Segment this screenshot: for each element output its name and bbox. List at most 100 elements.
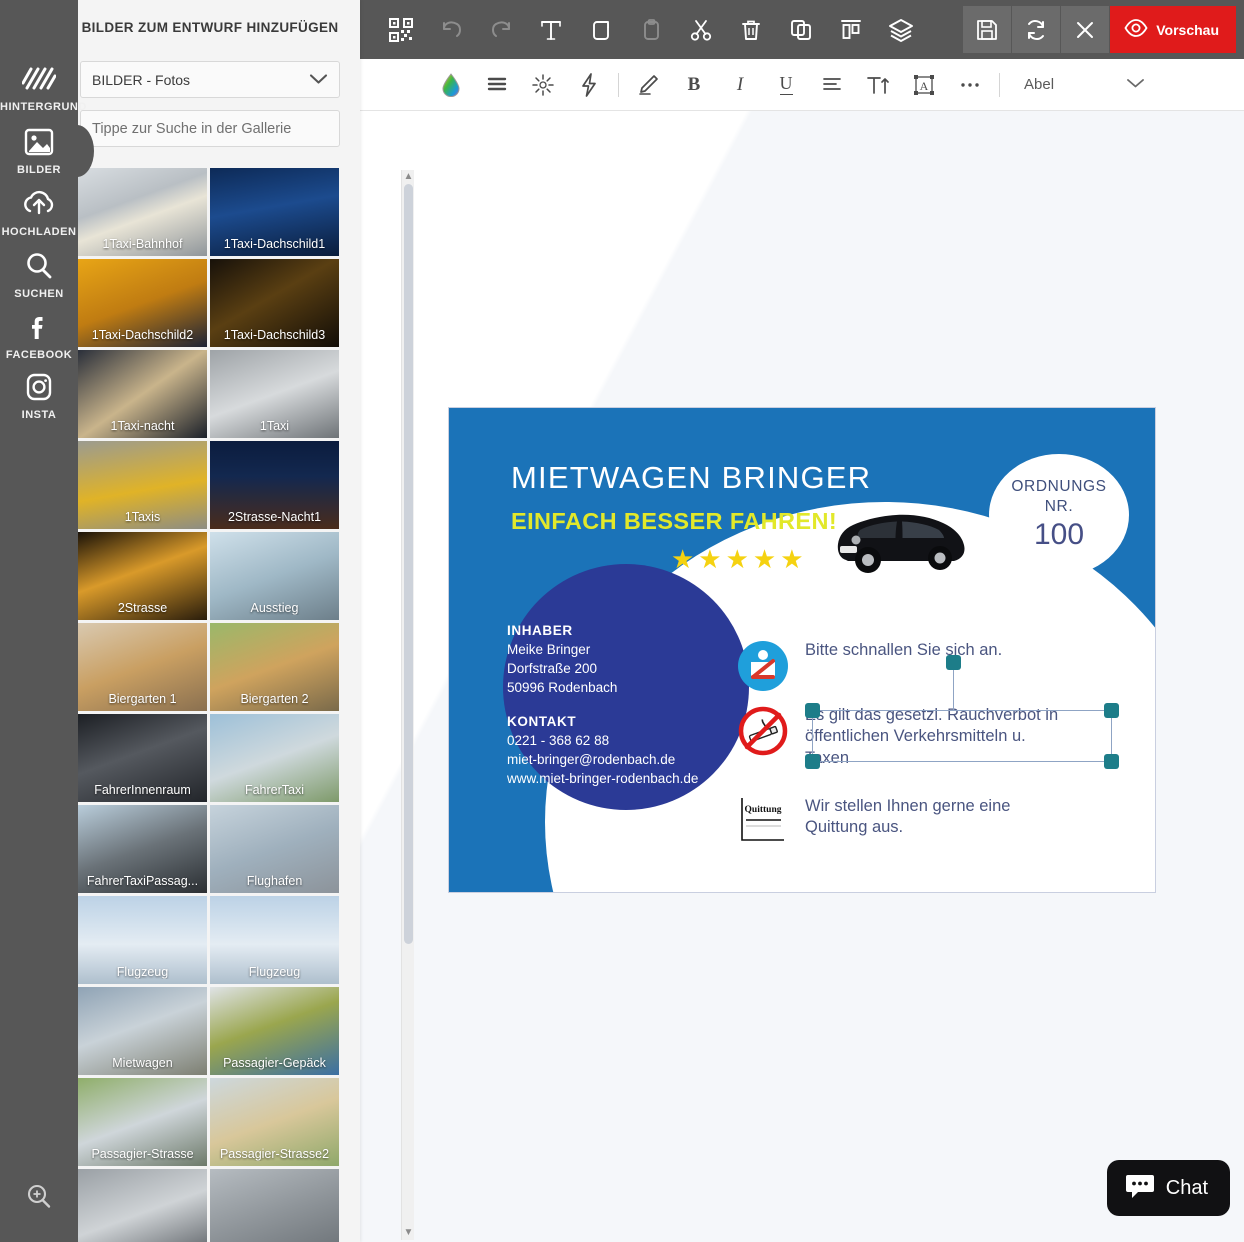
contact-heading: KONTAKT: [507, 713, 577, 729]
chevron-down-icon[interactable]: [1126, 76, 1145, 94]
effects-icon[interactable]: [566, 65, 612, 105]
seatbelt-icon: [737, 640, 789, 692]
gallery-thumbnail[interactable]: [78, 1169, 207, 1242]
paste-icon[interactable]: [626, 7, 676, 52]
preview-button[interactable]: Vorschau: [1110, 6, 1236, 53]
ordnungs-nr-badge[interactable]: ORDNUNGS NR. 100: [989, 454, 1129, 576]
bold-icon[interactable]: B: [671, 65, 717, 105]
gallery-thumbnail[interactable]: Passagier-Strasse2: [210, 1078, 339, 1166]
reload-button[interactable]: [1012, 6, 1061, 53]
gallery-thumbnail[interactable]: Passagier-Strasse: [78, 1078, 207, 1166]
pattern-icon: [0, 58, 78, 100]
resize-handle-br[interactable]: [1104, 754, 1119, 769]
brightness-icon[interactable]: [520, 65, 566, 105]
thumbnail-label: Biergarten 2: [240, 692, 309, 706]
svg-text:A: A: [920, 79, 929, 93]
owner-contact-block[interactable]: INHABER Meike Bringer Dorfstraße 200 509…: [507, 621, 698, 788]
chat-widget-label: Chat: [1165, 1176, 1208, 1199]
sidebar-item-suchen[interactable]: SUCHEN: [0, 245, 78, 300]
gallery-thumbnail[interactable]: Ausstieg: [210, 532, 339, 620]
contact-email: miet-bringer@rodenbach.de: [507, 751, 676, 767]
gallery-thumbnail[interactable]: 1Taxi-Bahnhof: [78, 168, 207, 256]
color-picker-icon[interactable]: [428, 65, 474, 105]
align-top-icon[interactable]: [826, 7, 876, 52]
close-button[interactable]: [1061, 6, 1110, 53]
thumbnail-image: [210, 1169, 339, 1242]
selection-box[interactable]: [805, 703, 1119, 769]
sidebar-item-insta[interactable]: INSTA: [0, 366, 78, 421]
copy-element-icon[interactable]: [576, 7, 626, 52]
sidebar-label-facebook: FACEBOOK: [5, 349, 73, 361]
gallery-thumbnail[interactable]: Flughafen: [210, 805, 339, 893]
redo-icon[interactable]: [476, 7, 526, 52]
scissors-icon[interactable]: [676, 7, 726, 52]
van-image[interactable]: [834, 498, 972, 580]
gallery-thumbnail[interactable]: Biergarten 2: [210, 623, 339, 711]
sidebar-label-hochladen: HOCHLADEN: [1, 226, 77, 238]
gallery-thumbnail[interactable]: FahrerTaxiPassag...: [78, 805, 207, 893]
note-seatbelt[interactable]: Bitte schnallen Sie sich an.: [737, 640, 1067, 692]
chat-widget-button[interactable]: Chat: [1106, 1160, 1230, 1216]
scroll-up-arrow-icon[interactable]: ▲: [402, 170, 415, 184]
gallery-thumbnail[interactable]: Passagier-Gepäck: [210, 987, 339, 1075]
gallery-category-select[interactable]: BILDER - Fotos: [80, 61, 340, 98]
align-icon[interactable]: [809, 65, 855, 105]
trash-icon[interactable]: [726, 7, 776, 52]
qr-code-icon[interactable]: [376, 7, 426, 52]
resize-handle-bl[interactable]: [805, 754, 820, 769]
sidebar-label-bilder: BILDER: [17, 164, 61, 176]
sidebar-item-hochladen[interactable]: HOCHLADEN: [0, 183, 78, 238]
gallery-scrollbar[interactable]: ▲ ▼: [401, 170, 414, 1240]
thumbnail-label: 1Taxis: [124, 510, 161, 524]
add-text-icon[interactable]: [526, 7, 576, 52]
gallery-thumbnail[interactable]: 1Taxi-nacht: [78, 350, 207, 438]
rotate-handle[interactable]: [946, 655, 961, 670]
resize-handle-tl[interactable]: [805, 703, 820, 718]
owner-line-3: 50996 Rodenbach: [507, 680, 618, 696]
gallery-thumbnail[interactable]: Mietwagen: [78, 987, 207, 1075]
note-receipt[interactable]: Quittung Wir stellen Ihnen gerne eine Qu…: [737, 796, 1067, 848]
undo-icon[interactable]: [426, 7, 476, 52]
resize-handle-tr[interactable]: [1104, 703, 1119, 718]
underline-icon[interactable]: U: [763, 65, 809, 105]
gallery-thumbnail[interactable]: 1Taxis: [78, 441, 207, 529]
gallery-thumbnail[interactable]: 1Taxi-Dachschild2: [78, 259, 207, 347]
duplicate-icon[interactable]: [776, 7, 826, 52]
text-box-icon[interactable]: A: [901, 65, 947, 105]
thumbnail-label: FahrerTaxi: [244, 783, 305, 797]
design-canvas[interactable]: MIETWAGEN BRINGER EINFACH BESSER FAHREN!…: [448, 407, 1156, 893]
sidebar-item-bilder[interactable]: BILDER: [0, 121, 94, 177]
star-rating[interactable]: ★★★★★: [671, 544, 808, 575]
pen-icon[interactable]: [625, 65, 671, 105]
design-subtitle[interactable]: EINFACH BESSER FAHREN!: [511, 508, 837, 535]
thumbnail-label: FahrerInnenraum: [94, 783, 191, 797]
save-button[interactable]: [963, 6, 1012, 53]
layers-icon[interactable]: [876, 7, 926, 52]
gallery-thumbnail[interactable]: Flugzeug: [210, 896, 339, 984]
design-title[interactable]: MIETWAGEN BRINGER: [511, 460, 871, 496]
gallery-search-input[interactable]: [80, 110, 340, 147]
gallery-thumbnail[interactable]: [210, 1169, 339, 1242]
design-workspace[interactable]: MIETWAGEN BRINGER EINFACH BESSER FAHREN!…: [360, 111, 1244, 1242]
gallery-thumbnail[interactable]: 2Strasse-Nacht1: [210, 441, 339, 529]
italic-icon[interactable]: I: [717, 65, 763, 105]
gallery-thumbnail[interactable]: 1Taxi: [210, 350, 339, 438]
gallery-thumbnail[interactable]: 1Taxi-Dachschild1: [210, 168, 339, 256]
text-size-icon[interactable]: [855, 65, 901, 105]
gallery-thumbnail[interactable]: 1Taxi-Dachschild3: [210, 259, 339, 347]
sidebar-item-facebook[interactable]: FACEBOOK: [0, 306, 78, 361]
font-family-select[interactable]: Abel: [1024, 76, 1054, 93]
gallery-thumbnail[interactable]: FahrerTaxi: [210, 714, 339, 802]
thumbnail-label: 1Taxi-Dachschild1: [223, 237, 326, 251]
receipt-icon: Quittung: [737, 796, 789, 848]
more-options-icon[interactable]: [947, 65, 993, 105]
gallery-thumbnail[interactable]: Flugzeug: [78, 896, 207, 984]
gallery-thumbnail[interactable]: FahrerInnenraum: [78, 714, 207, 802]
gallery-thumbnail[interactable]: 2Strasse: [78, 532, 207, 620]
line-spacing-icon[interactable]: [474, 65, 520, 105]
scroll-down-arrow-icon[interactable]: ▼: [402, 1226, 415, 1240]
zoom-in-icon[interactable]: [0, 1182, 78, 1215]
gallery-thumbnail[interactable]: Biergarten 1: [78, 623, 207, 711]
sidebar-item-hintergrund[interactable]: HINTERGRUND: [0, 58, 86, 113]
gallery-scrollbar-thumb[interactable]: [404, 184, 413, 944]
